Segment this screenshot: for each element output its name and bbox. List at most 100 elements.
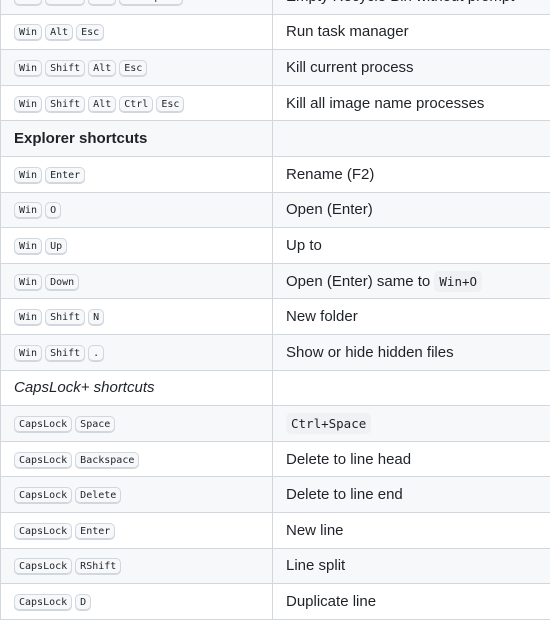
description-text: Duplicate line (286, 593, 376, 610)
description-text: Open (Enter) (286, 201, 373, 218)
key-badge: Alt (88, 0, 116, 6)
key-badge: CapsLock (14, 452, 72, 469)
key-badge: Win (14, 238, 42, 255)
description-cell: Open (Enter) (273, 192, 550, 228)
table-row: CapsLockRShift Line split (1, 548, 550, 584)
key-badge: Shift (45, 96, 85, 113)
key-badge: Enter (75, 523, 115, 540)
key-badge: Esc (156, 96, 184, 113)
key-badge: CapsLock (14, 558, 72, 575)
key-badge: Win (14, 309, 42, 326)
shortcut-cell: WinShiftAltEsc (1, 50, 273, 86)
key-badge: RShift (75, 558, 121, 575)
shortcut-cell: WinAltEsc (1, 14, 273, 50)
key-badge: N (88, 309, 104, 326)
description-text: Run task manager (286, 23, 409, 40)
key-badge: Win (14, 24, 42, 41)
key-badge: CapsLock (14, 594, 72, 611)
key-badge: Ctrl (119, 96, 153, 113)
description-cell: Delete to line head (273, 441, 550, 477)
key-badge: Shift (45, 60, 85, 77)
key-badge: Shift (45, 345, 85, 362)
section-row: CapsLock+ shortcuts (1, 370, 550, 406)
key-badge: Down (45, 274, 79, 291)
shortcut-cell: CapsLockRShift (1, 548, 273, 584)
description-cell: Kill current process (273, 50, 550, 86)
description-cell: Delete to line end (273, 477, 550, 513)
table-row: CapsLockBackspaceDelete to line head (1, 441, 550, 477)
table-row: WinO Open (Enter) (1, 192, 550, 228)
key-badge: Shift (45, 309, 85, 326)
table-row: WinEnter Rename (F2) (1, 156, 550, 192)
key-badge: CapsLock (14, 416, 72, 433)
table-row: WinUpUp to (1, 228, 550, 264)
table-row: CapsLockDeleteDelete to line end (1, 477, 550, 513)
key-badge: Win (14, 96, 42, 113)
shortcut-cell: WinShiftAltBackspace (1, 0, 273, 14)
inline-code: Win+O (434, 271, 482, 292)
key-badge: Win (14, 60, 42, 77)
shortcut-cell: WinShiftN (1, 299, 273, 335)
key-badge: Shift (45, 0, 85, 6)
key-badge: O (45, 202, 61, 219)
description-text: New line (286, 522, 344, 539)
key-badge: CapsLock (14, 487, 72, 504)
description-text: Show or hide hidden files (286, 344, 454, 361)
shortcut-cell: CapsLockSpace (1, 406, 273, 442)
key-badge: Alt (45, 24, 73, 41)
shortcut-cell: Explorer shortcuts (1, 121, 273, 157)
key-badge: Backspace (119, 0, 183, 6)
shortcut-cell: CapsLockBackspace (1, 441, 273, 477)
description-cell: Ctrl+Space (273, 406, 550, 442)
table-row: WinShift. Show or hide hidden files (1, 334, 550, 370)
shortcut-cell: CapsLockEnter (1, 512, 273, 548)
table-row: WinAltEsc Run task manager (1, 14, 550, 50)
shortcut-cell: WinO (1, 192, 273, 228)
description-cell: Rename (F2) (273, 156, 550, 192)
description-cell: Run task manager (273, 14, 550, 50)
section-heading: Explorer shortcuts (14, 130, 147, 147)
description-cell (273, 370, 550, 406)
key-badge: Win (14, 0, 42, 6)
table-row: WinShiftAltCtrlEscKill all image name pr… (1, 85, 550, 121)
description-cell: Open (Enter) same to Win+O (273, 263, 550, 299)
description-cell: New line (273, 512, 550, 548)
inline-code: Ctrl+Space (286, 413, 371, 434)
description-text: Kill current process (286, 59, 414, 76)
key-badge: CapsLock (14, 523, 72, 540)
description-text: Open (Enter) same to (286, 273, 434, 290)
key-badge: Esc (76, 24, 104, 41)
table-row: WinShiftN New folder (1, 299, 550, 335)
table-row: CapsLockSpace Ctrl+Space (1, 406, 550, 442)
shortcut-cell: CapsLockD (1, 584, 273, 620)
section-heading: CapsLock+ shortcuts (14, 379, 155, 396)
shortcut-cell: WinUp (1, 228, 273, 264)
shortcut-cell: WinShiftAltCtrlEsc (1, 85, 273, 121)
description-text: New folder (286, 308, 358, 325)
description-cell: Kill all image name processes (273, 85, 550, 121)
shortcut-cell: WinEnter (1, 156, 273, 192)
description-text: Line split (286, 557, 345, 574)
key-badge: . (88, 345, 104, 362)
key-badge: Win (14, 345, 42, 362)
key-badge: Esc (119, 60, 147, 77)
shortcuts-table: WinShiftAltBackspaceEmpty Recycle Bin wi… (0, 0, 550, 620)
key-badge: Up (45, 238, 67, 255)
description-cell: Line split (273, 548, 550, 584)
key-badge: Alt (88, 96, 116, 113)
table-row: CapsLockEnter New line (1, 512, 550, 548)
shortcut-cell: WinShift. (1, 334, 273, 370)
description-text: Rename (F2) (286, 166, 374, 183)
table-row: CapsLockD Duplicate line (1, 584, 550, 620)
table-row: WinShiftAltBackspace Empty Recycle Bin wi… (1, 0, 550, 14)
description-cell: Show or hide hidden files (273, 334, 550, 370)
shortcut-cell: WinDown (1, 263, 273, 299)
table-row: WinDownOpen (Enter) same to Win+O (1, 263, 550, 299)
description-text: Delete to line end (286, 486, 403, 503)
description-text: Empty Recycle Bin without prompt (286, 0, 514, 5)
description-cell: New folder (273, 299, 550, 335)
key-badge: Space (75, 416, 115, 433)
table-row: WinShiftAltEsc Kill current process (1, 50, 550, 86)
description-cell: Empty Recycle Bin without prompt (273, 0, 550, 14)
section-row: Explorer shortcuts (1, 121, 550, 157)
